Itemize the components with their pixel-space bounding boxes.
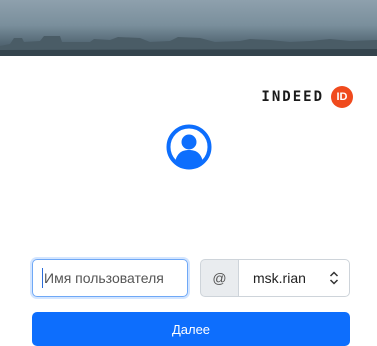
username-placeholder: Имя пользователя — [44, 270, 164, 286]
logo-wordmark: INDEED — [261, 89, 324, 105]
at-sign-addon: @ — [200, 259, 238, 297]
next-button[interactable]: Далее — [32, 312, 350, 346]
username-input[interactable]: Имя пользователя — [32, 259, 188, 297]
domain-select[interactable]: msk.rian — [238, 259, 350, 297]
header-background-photo — [0, 0, 377, 56]
login-form-row: Имя пользователя @ msk.rian — [32, 259, 350, 297]
chevron-up-down-icon — [329, 271, 339, 285]
user-avatar-icon — [166, 124, 212, 170]
indeed-id-logo: INDEED ID — [261, 86, 353, 108]
city-skyline-image — [0, 36, 377, 56]
domain-selected-value: msk.rian — [253, 270, 306, 286]
text-caret — [42, 268, 43, 288]
logo-badge: ID — [331, 86, 353, 108]
